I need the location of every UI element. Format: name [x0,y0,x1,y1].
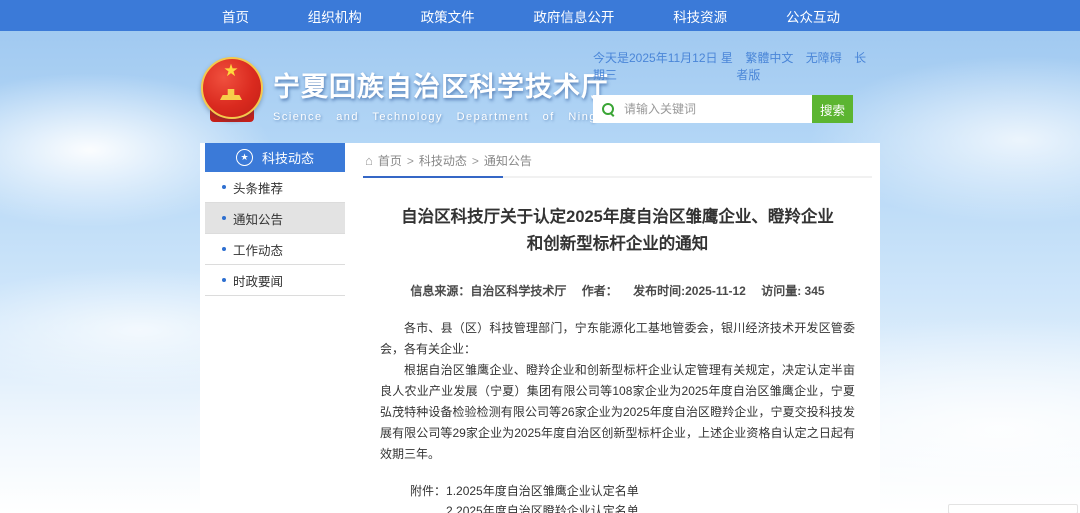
sidebar-item-label: 工作动态 [233,240,283,259]
link-traditional-chinese[interactable]: 繁體中文 [745,51,793,65]
site-title: 宁夏回族自治区科学技术厅 [273,65,616,104]
article-title: 自治区科技厅关于认定2025年度自治区雏鹰企业、瞪羚企业 和创新型标杆企业的通知 [375,204,860,258]
article-title-line1: 自治区科技厅关于认定2025年度自治区雏鹰企业、瞪羚企业 [375,204,860,231]
breadcrumb-divider [363,176,872,178]
header-right: 今天是2025年11月12日 星期三 繁體中文 无障碍 长者版 搜索 [593,49,871,123]
link-accessibility[interactable]: 无障碍 [806,51,842,65]
nav-item-organization[interactable]: 组织机构 [308,6,362,26]
nav-item-public-interaction[interactable]: 公众互动 [786,6,840,26]
top-nav: 首页 组织机构 政策文件 政府信息公开 科技资源 公众互动 [0,0,1080,31]
sidebar-item-headline-recommend[interactable]: 头条推荐 [205,172,345,203]
breadcrumb-separator: > [472,154,479,168]
search-icon [602,103,615,116]
top-nav-items: 首页 组织机构 政策文件 政府信息公开 科技资源 公众互动 [222,0,840,31]
star-icon: ★ [200,62,262,79]
attachment-link-eagle-list[interactable]: 1.2025年度自治区雏鹰企业认定名单 [446,482,675,502]
brand-text: 宁夏回族自治区科学技术厅 Science and Technology Depa… [273,56,616,123]
attachments-list: 1.2025年度自治区雏鹰企业认定名单 2.2025年度自治区瞪羚企业认定名单 … [446,482,675,513]
attachments-label: 附件： [410,482,446,513]
site-logo-brand[interactable]: ★ 宁夏回族自治区科学技术厅 Science and Technology De… [200,56,616,126]
meta-visit-count: 访问量: 345 [761,284,824,298]
breadcrumb-home[interactable]: 首页 [378,152,402,169]
meta-source: 信息来源：自治区科学技术厅 [410,284,566,298]
nav-item-tech-resources[interactable]: 科技资源 [673,6,727,26]
bullet-dot-icon [222,247,226,251]
breadcrumb-notices[interactable]: 通知公告 [484,152,532,169]
sidebar-item-notices[interactable]: 通知公告 [205,203,345,234]
date-row: 今天是2025年11月12日 星期三 繁體中文 无障碍 长者版 [593,49,871,83]
breadcrumb-separator: > [407,154,414,168]
article-paragraph: 各市、县（区）科技管理部门，宁东能源化工基地管委会，银川经济技术开发区管委会，各… [380,318,855,360]
bullet-dot-icon [222,278,226,282]
attachment-link-gazelle-list[interactable]: 2.2025年度自治区瞪羚企业认定名单 [446,502,675,513]
corner-widget [948,504,1078,513]
star-circle-icon [236,149,253,166]
article-meta: 信息来源：自治区科学技术厅 作者： 发布时间:2025-11-12 访问量: 3… [355,282,880,299]
sidebar-item-label: 通知公告 [233,209,283,228]
sidebar-item-label: 时政要闻 [233,271,283,290]
search-input[interactable] [622,101,796,117]
nav-item-gov-info-disclosure[interactable]: 政府信息公开 [533,6,614,26]
current-date: 今天是2025年11月12日 星期三 [593,49,736,83]
breadcrumb: ⌂ 首页 > 科技动态 > 通知公告 [355,143,880,169]
sidebar: 科技动态 头条推荐 通知公告 工作动态 时政要闻 [205,143,345,296]
bullet-dot-icon [222,216,226,220]
attachments-section: 附件： 1.2025年度自治区雏鹰企业认定名单 2.2025年度自治区瞪羚企业认… [410,482,880,513]
nav-item-home[interactable]: 首页 [222,6,249,26]
search-bar: 搜索 [593,95,853,123]
sidebar-title: 科技动态 [262,148,314,167]
sidebar-item-label: 头条推荐 [233,178,283,197]
nav-item-policy-documents[interactable]: 政策文件 [421,6,475,26]
sidebar-header-tech-news[interactable]: 科技动态 [205,143,345,172]
home-icon: ⌂ [365,155,373,167]
content-wrapper: 科技动态 头条推荐 通知公告 工作动态 时政要闻 ⌂ 首页 [200,143,880,513]
article-body: 各市、县（区）科技管理部门，宁东能源化工基地管委会，银川经济技术开发区管委会，各… [380,318,855,465]
article-panel: ⌂ 首页 > 科技动态 > 通知公告 自治区科技厅关于认定2025年度自治区雏鹰… [355,143,880,513]
article-title-line2: 和创新型标杆企业的通知 [375,231,860,258]
sidebar-item-work-dynamics[interactable]: 工作动态 [205,234,345,265]
bullet-dot-icon [222,185,226,189]
search-box [593,95,812,123]
article-paragraph: 根据自治区雏鹰企业、瞪羚企业和创新型标杆企业认定管理有关规定，决定认定半亩良人农… [380,360,855,465]
site-subtitle-english: Science and Technology Department of Nin… [273,111,616,123]
breadcrumb-divider-accent [363,176,503,178]
search-button[interactable]: 搜索 [812,95,853,123]
meta-author: 作者： [582,284,618,298]
sidebar-item-current-politics[interactable]: 时政要闻 [205,265,345,296]
national-emblem-logo: ★ [200,56,264,126]
page: 首页 组织机构 政策文件 政府信息公开 科技资源 公众互动 ★ 宁夏回族自治区科… [0,0,1080,513]
quick-links: 繁體中文 无障碍 长者版 [736,49,871,83]
meta-publish-date: 发布时间:2025-11-12 [633,284,746,298]
breadcrumb-tech-news[interactable]: 科技动态 [419,152,467,169]
